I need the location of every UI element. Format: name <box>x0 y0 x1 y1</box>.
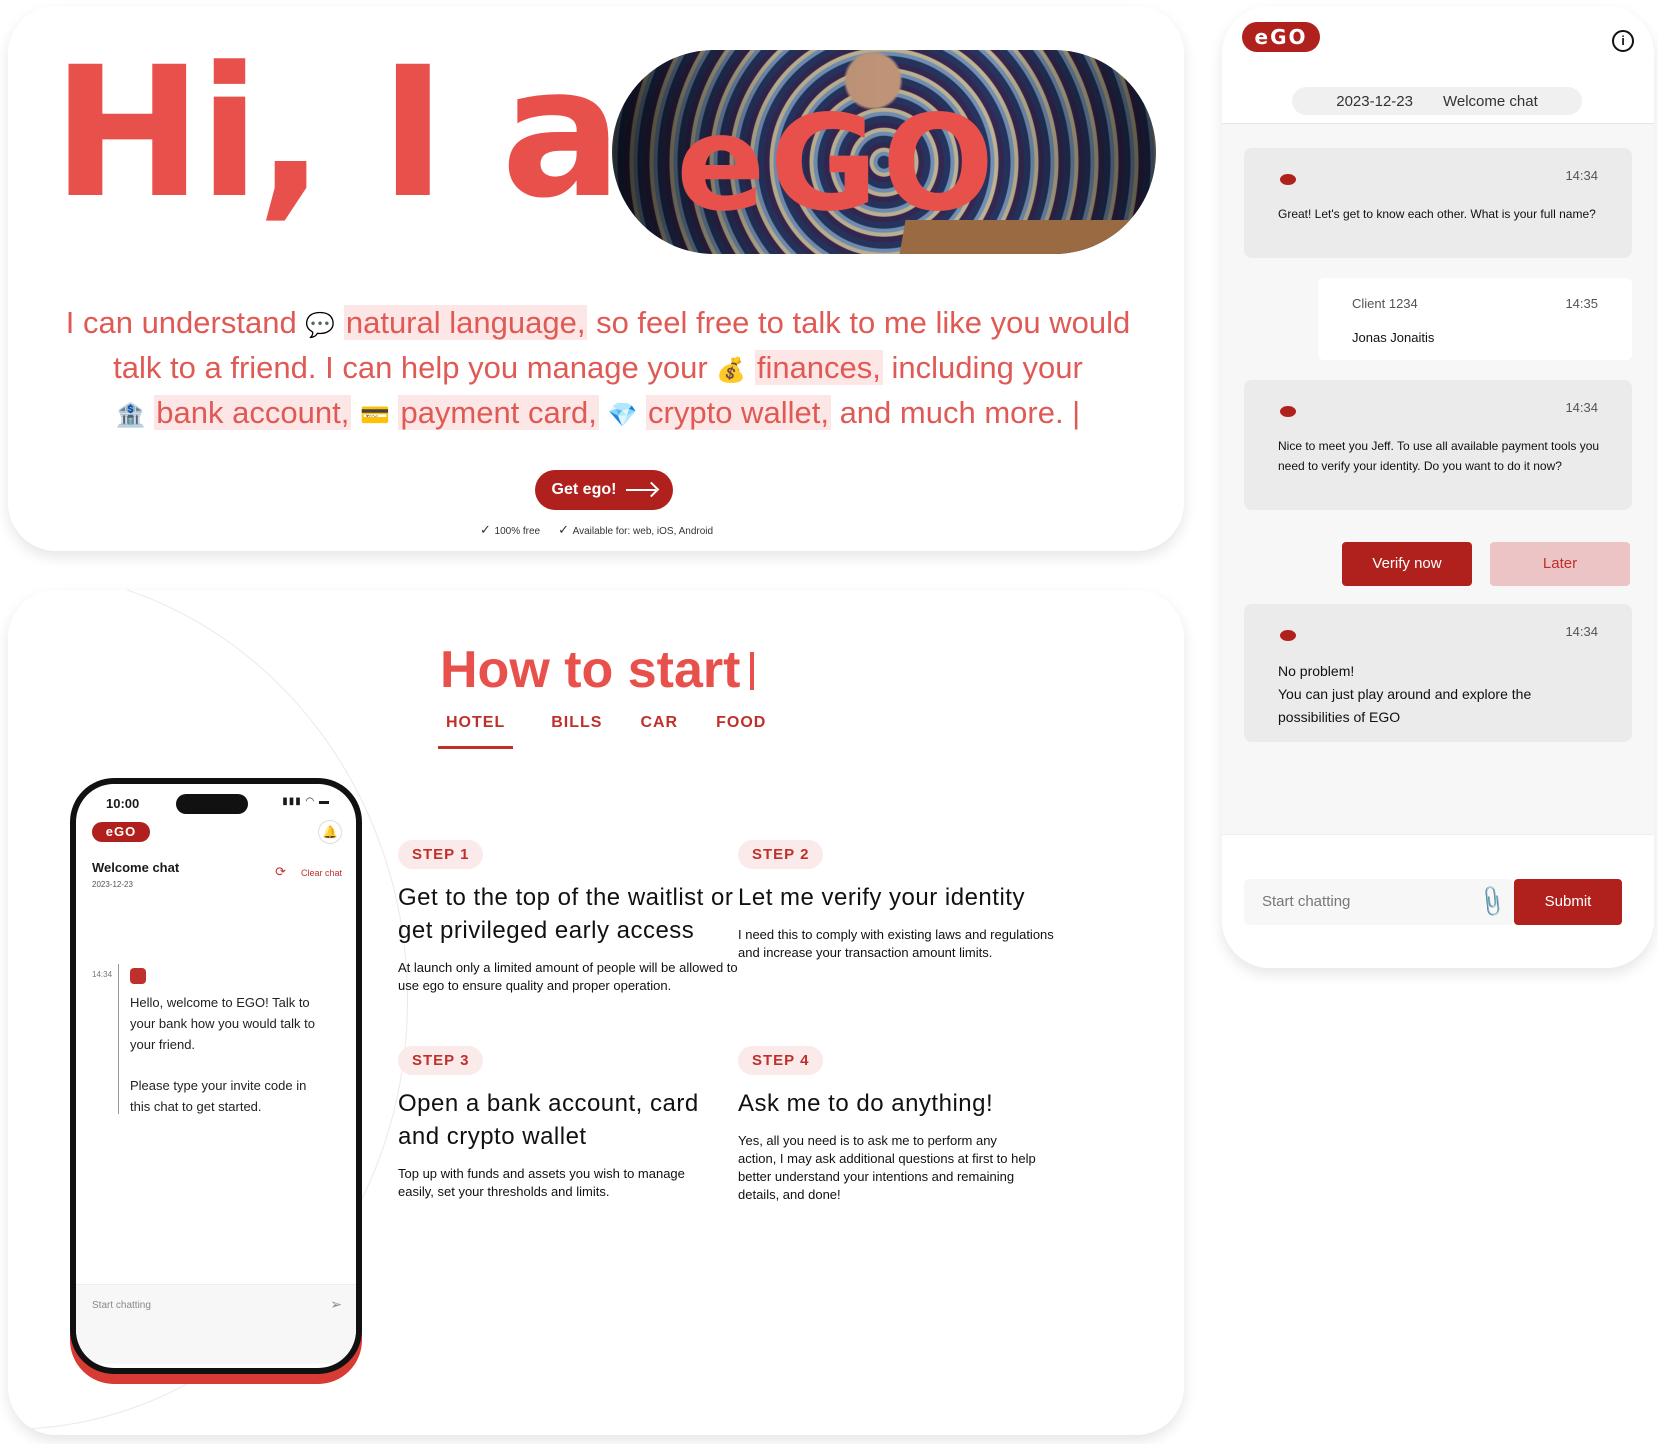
chat-date: 2023-12-23 <box>1336 92 1413 110</box>
message-time: 14:35 <box>1565 296 1598 311</box>
bot-avatar-icon <box>1280 406 1296 417</box>
phone-notch <box>176 794 248 814</box>
message-time: 14:34 <box>1565 624 1598 639</box>
phone-input-bar <box>76 1284 356 1364</box>
step-description: At launch only a limited amount of peopl… <box>398 960 738 993</box>
message-time: 14:34 <box>1565 400 1598 415</box>
gem-icon: 💎 <box>607 402 638 429</box>
chat-logo: eGO <box>1242 22 1320 52</box>
step-title: Ask me to do anything! <box>738 1090 994 1117</box>
step-title: Open a bank account, card and crypto wal… <box>398 1090 699 1150</box>
step-description: I need this to comply with existing laws… <box>738 927 1054 960</box>
bot-message: 14:34 Nice to meet you Jeff. To use all … <box>1244 380 1632 510</box>
phone-chat-title: Welcome chat <box>92 860 180 875</box>
hero-features: 100% free Available for: web, iOS, Andro… <box>480 522 714 538</box>
step-description: Top up with funds and assets you wish to… <box>398 1166 685 1199</box>
phone-clock: 10:00 <box>106 796 140 811</box>
bot-message: 14:34 Great! Let's get to know each othe… <box>1244 148 1632 258</box>
clear-chat-button[interactable]: Clear chat <box>301 868 342 878</box>
step-description: Yes, all you need is to ask me to perfor… <box>738 1133 1036 1202</box>
step-badge: STEP 2 <box>738 840 824 869</box>
text-cursor <box>750 652 754 690</box>
step-2: STEP 2 Let me verify your identity I nee… <box>738 840 1058 962</box>
bot-avatar-icon <box>130 968 146 984</box>
chat-messages: 14:34 Great! Let's get to know each othe… <box>1222 124 1654 834</box>
how-to-title: How to start <box>440 641 741 699</box>
verify-now-button[interactable]: Verify now <box>1342 542 1472 586</box>
phone-mockup: 10:00 ▮▮▮ ◠ ▬ eGO 🔔 Welcome chat 2023-12… <box>70 778 362 1374</box>
arrow-right-icon <box>626 489 657 491</box>
phone-message: Hello, welcome to EGO! Talk to your bank… <box>130 995 315 1114</box>
phone-logo: eGO <box>92 822 150 842</box>
step-1: STEP 1 Get to the top of the waitlist or… <box>398 840 738 995</box>
phone-screen: 10:00 ▮▮▮ ◠ ▬ eGO 🔔 Welcome chat 2023-12… <box>76 784 356 1368</box>
tab-food[interactable]: FOOD <box>716 714 766 749</box>
speech-bubble-icon: 💬 <box>305 312 336 339</box>
tab-hotel[interactable]: HOTEL <box>438 714 514 749</box>
check-free: 100% free <box>480 522 541 538</box>
bot-avatar-icon <box>1280 630 1296 641</box>
info-icon[interactable]: i <box>1612 30 1634 52</box>
later-button[interactable]: Later <box>1490 542 1630 586</box>
chat-header: eGO i 2023-12-23 Welcome chat <box>1222 6 1654 124</box>
step-badge: STEP 1 <box>398 840 484 869</box>
bell-icon[interactable]: 🔔 <box>318 820 342 844</box>
submit-button[interactable]: Submit <box>1514 879 1622 925</box>
chat-panel: eGO i 2023-12-23 Welcome chat 14:34 Grea… <box>1222 6 1654 968</box>
how-to-tabs: HOTEL BILLS CAR FOOD <box>438 714 766 749</box>
step-4: STEP 4 Ask me to do anything! Yes, all y… <box>738 1046 1038 1204</box>
message-text: Great! Let's get to know each other. Wha… <box>1278 207 1596 221</box>
tab-car[interactable]: CAR <box>640 714 678 749</box>
phone-chat-date: 2023-12-23 <box>92 880 133 889</box>
message-text: No problem! You can just play around and… <box>1278 663 1532 725</box>
chat-title: Welcome chat <box>1442 92 1538 110</box>
message-sender: Client 1234 <box>1352 296 1418 311</box>
how-to-section: How to start HOTEL BILLS CAR FOOD 10:00 … <box>8 590 1184 1435</box>
step-3: STEP 3 Open a bank account, card and cry… <box>398 1046 718 1201</box>
step-badge: STEP 3 <box>398 1046 484 1075</box>
hero-logo: eGO <box>676 87 999 241</box>
step-title: Get to the top of the waitlist or get pr… <box>398 884 734 944</box>
get-ego-button[interactable]: Get ego! <box>535 470 673 510</box>
chat-session-pill: 2023-12-23 Welcome chat <box>1292 87 1582 115</box>
step-badge: STEP 4 <box>738 1046 824 1075</box>
user-message: Client 1234 14:35 Jonas Jonaitis <box>1318 278 1632 360</box>
message-divider <box>118 964 119 1114</box>
tab-bills[interactable]: BILLS <box>551 714 602 749</box>
credit-card-icon: 💳 <box>359 402 390 429</box>
money-bag-icon: 💰 <box>716 357 747 384</box>
chat-footer: Start chatting 📎 Submit <box>1222 834 1654 968</box>
message-time: 14:34 <box>1565 168 1598 183</box>
hero-section: Hi, I am eGO I can understand 💬 natural … <box>8 6 1184 551</box>
message-text: Nice to meet you Jeff. To use all availa… <box>1278 439 1600 473</box>
hero-image: eGO <box>612 50 1156 254</box>
signal-wifi-battery-icon: ▮▮▮ ◠ ▬ <box>282 796 330 807</box>
message-text: Jonas Jonaitis <box>1352 330 1435 345</box>
phone-chat-input[interactable]: Start chatting <box>92 1300 151 1311</box>
bot-avatar-icon <box>1280 174 1296 185</box>
hero-description: I can understand 💬 natural language, so … <box>65 305 1131 430</box>
phone-message-time: 14:34 <box>92 970 113 979</box>
check-platforms: Available for: web, iOS, Android <box>558 522 713 538</box>
step-title: Let me verify your identity <box>738 884 1025 911</box>
send-icon[interactable]: ➢ <box>330 1296 342 1313</box>
bot-message: 14:34 No problem! You can just play arou… <box>1244 604 1632 742</box>
refresh-icon[interactable]: ⟳ <box>275 864 286 880</box>
bank-icon: 🏦 <box>115 402 146 429</box>
